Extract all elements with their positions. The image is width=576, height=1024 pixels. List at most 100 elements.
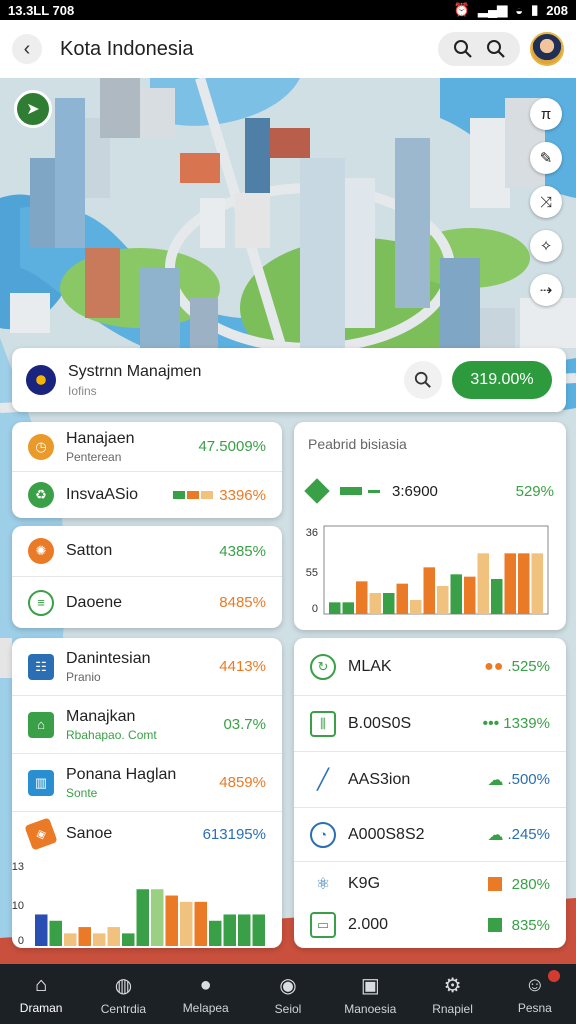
list-item[interactable]: ♻ InsvaASio 3396%	[12, 472, 282, 518]
text-icon: π	[540, 105, 552, 123]
globe-icon: ◍	[114, 974, 133, 997]
avatar[interactable]	[530, 32, 564, 66]
nav-item-profile[interactable]: ☺ Pesna	[494, 964, 576, 1024]
system-card[interactable]: Systrnn Manajmen Iofins 319.00%	[12, 348, 566, 412]
navigation-icon: ➤	[26, 101, 40, 118]
row-value: 3396%	[219, 486, 266, 504]
chart-bar	[49, 920, 62, 946]
y-tick-label: 10	[12, 900, 24, 912]
list-item[interactable]: ⚛ K9G 280%	[294, 862, 566, 906]
list-item[interactable]: ≡ Daoene 8485%	[12, 577, 282, 628]
search-icon[interactable]	[486, 39, 506, 59]
row-value: 4385%	[219, 542, 266, 560]
card-icon: ▭	[310, 912, 336, 938]
nav-item-globe[interactable]: ◍ Centrdia	[82, 964, 164, 1024]
system-search-button[interactable]	[404, 361, 442, 399]
nav-item-document[interactable]: ▣ Manoesia	[329, 964, 411, 1024]
row-value: 1339%	[503, 715, 550, 732]
home-icon: ⌂	[35, 973, 48, 996]
table-icon: ☷	[28, 653, 54, 680]
bar-chart-left: 13 10 0	[12, 861, 265, 947]
chart-bar	[369, 593, 381, 614]
list-item[interactable]: ◷ Hanajaen Penterean 47.5009%	[12, 422, 282, 472]
row-value: 4859%	[219, 774, 266, 791]
nav-item-pin[interactable]: ● Melapea	[165, 964, 247, 1024]
battery-icon: ▮	[531, 2, 539, 17]
chart-bar	[410, 600, 422, 614]
list-item[interactable]: ╱ AAS3ion ☁ .500%	[294, 752, 566, 808]
list-item[interactable]: ⌂ Manajkan Rbahapao. Comt 03.7%	[12, 696, 282, 754]
chart-bar	[356, 581, 368, 614]
status-left: 13.3LL 708	[8, 2, 75, 18]
refresh-icon: ↻	[310, 653, 336, 680]
list-item[interactable]: ↻ MLAK ●● .525%	[294, 638, 566, 696]
y-tick-label: 13	[12, 861, 24, 873]
nav-item-settings[interactable]: ⚙ Rnapiel	[411, 964, 493, 1024]
stats-card-bottom: ☷ Danintesian Pranio 4413% ⌂ Manajkan Rb…	[12, 638, 282, 948]
status-square	[487, 918, 502, 932]
chart-bar	[504, 553, 516, 614]
y-tick-label: 36	[306, 527, 318, 539]
compass-icon: ✧	[539, 238, 553, 255]
cloud-icon: ☁	[487, 771, 504, 789]
list-item[interactable]: ▭ 2.000 835%	[294, 906, 566, 944]
stats-card-middle: ✺ Satton 4385% ≡ Daoene 8485%	[12, 526, 282, 628]
row-value: 613195%	[202, 825, 266, 843]
y-tick-label: 55	[306, 567, 318, 579]
list-item[interactable]: ◔ A000S8S2 ☁ .245%	[294, 808, 566, 862]
chart-bar	[107, 927, 120, 946]
chart-bar	[464, 576, 476, 614]
dots-icon: •••	[482, 714, 500, 732]
nav-item-home[interactable]: ⌂ Draman	[0, 964, 82, 1024]
map-tool-compass[interactable]: ✧	[530, 230, 562, 262]
chart-bar	[437, 586, 449, 614]
gear-icon: ⚙	[443, 974, 462, 997]
chart-section: ◈ Sanoe 613195% 13 10 0	[12, 812, 282, 948]
list-item[interactable]: ◈ Sanoe 613195%	[12, 812, 282, 856]
legend-percent: 529%	[515, 482, 554, 500]
chart-legend: 3:6900 529%	[304, 478, 554, 504]
bottom-nav: ⌂ Draman ◍ Centrdia ● Melapea ◉ Seiol ▣ …	[0, 964, 576, 1024]
chart-bar	[209, 920, 222, 946]
pin-icon: ●	[199, 973, 212, 996]
y-tick-label: 0	[18, 935, 24, 947]
list-item[interactable]: ▥ Ponana Haglan Sonte 4859%	[12, 754, 282, 812]
app-bar: ‹ Kota Indonesia	[0, 20, 576, 78]
columns-icon: ⫼	[310, 710, 336, 737]
map-tool-route[interactable]: ⇢	[530, 274, 562, 306]
bar-chart-right: 36 55 0	[306, 525, 549, 615]
clock-icon: ◷	[28, 433, 54, 460]
status-right: 208	[546, 2, 568, 18]
search-actions	[438, 32, 520, 66]
chart-bar	[423, 567, 435, 614]
row-value: 4413%	[219, 658, 266, 675]
chart-bar	[396, 583, 408, 614]
location-button[interactable]: ➤	[14, 90, 52, 128]
back-button[interactable]: ‹	[12, 34, 42, 64]
list-item[interactable]: ☷ Danintesian Pranio 4413%	[12, 638, 282, 696]
chart-bar	[180, 901, 193, 946]
chart-bar	[64, 933, 77, 946]
route-icon: ⇢	[539, 282, 553, 299]
alarm-icon: ⏰	[453, 2, 471, 17]
row-value: .245%	[507, 826, 550, 843]
notification-badge	[547, 970, 560, 982]
search-icon[interactable]	[453, 39, 473, 59]
chart-card: Peabrid bisiasia 3:6900 529% 36 55 0	[294, 422, 566, 630]
trash-icon: ▥	[28, 769, 54, 796]
gauge-icon: ◔	[310, 821, 336, 848]
chart-bar	[136, 889, 149, 946]
system-percent-badge[interactable]: 319.00%	[452, 361, 552, 399]
nav-item-drop[interactable]: ◉ Seiol	[247, 964, 329, 1024]
chart-bar	[223, 914, 236, 946]
chart-bar	[342, 602, 354, 614]
target-icon: ✺	[28, 538, 54, 564]
map-tool-draw[interactable]: ✎	[530, 142, 562, 174]
list-item[interactable]: ⫼ B.00S0S ••• 1339%	[294, 696, 566, 752]
map-tool-shuffle[interactable]: ⤨	[530, 186, 562, 218]
map-tool-text[interactable]: π	[530, 98, 562, 130]
chart-bar	[477, 553, 489, 614]
row-value: 8485%	[219, 594, 266, 611]
list-item[interactable]: ✺ Satton 4385%	[12, 526, 282, 577]
row-value: 03.7%	[223, 716, 266, 733]
